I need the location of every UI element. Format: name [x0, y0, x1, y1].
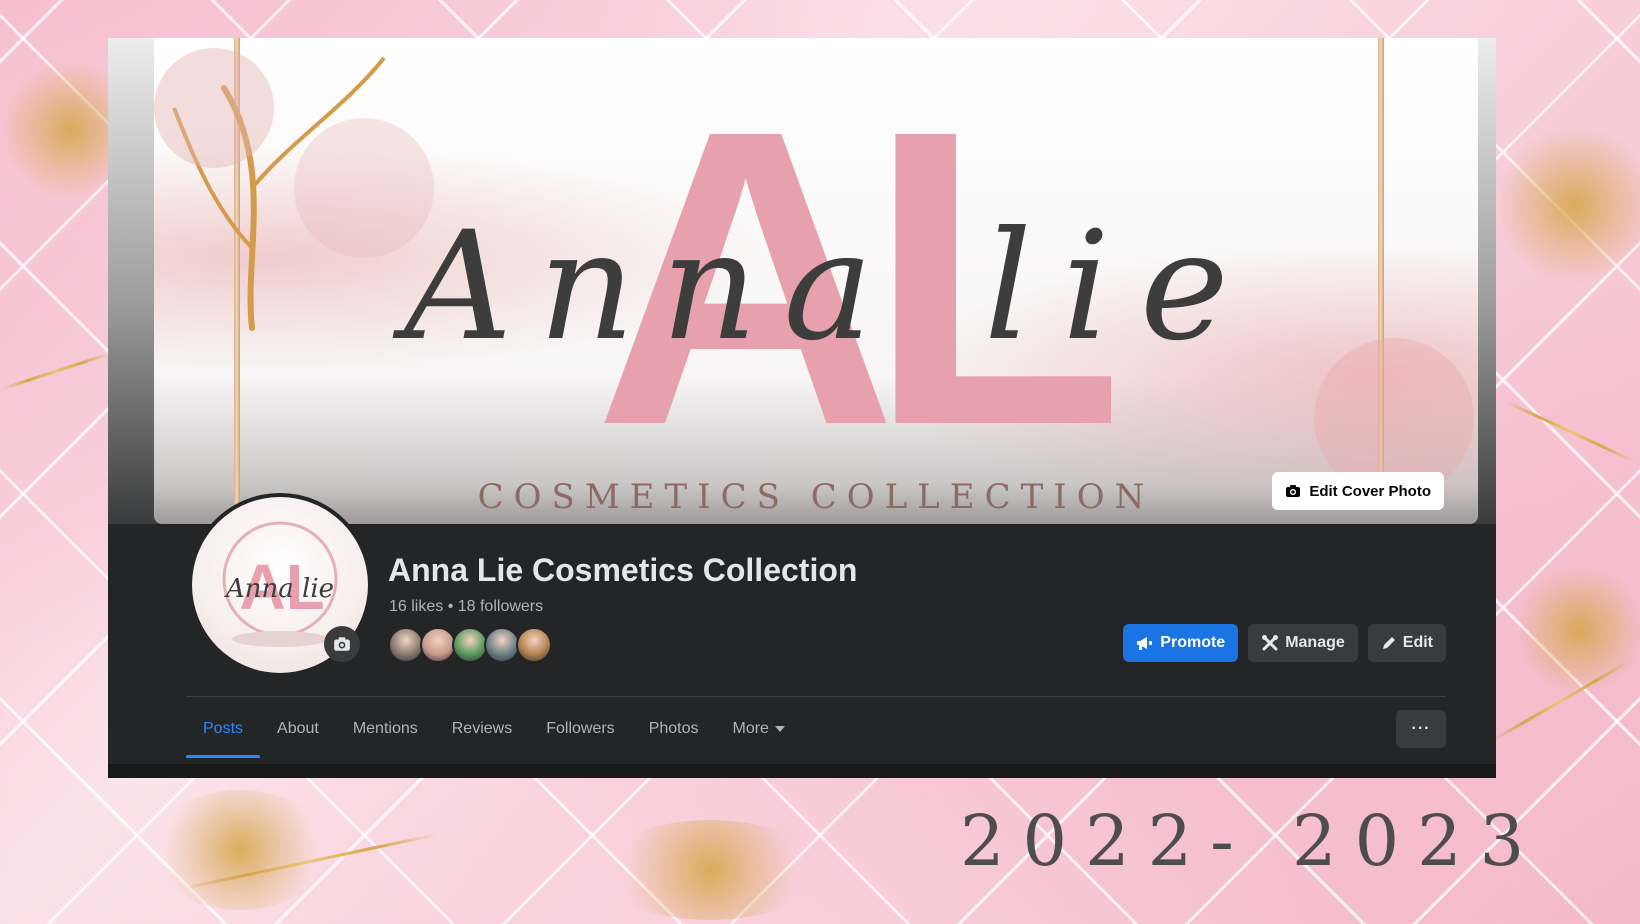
- follower-avatar[interactable]: [420, 627, 456, 663]
- update-profile-picture-button[interactable]: [324, 626, 360, 662]
- camera-icon: [334, 637, 350, 651]
- feed-edge: [108, 764, 1496, 778]
- avatar-script: Anna lie: [224, 574, 334, 604]
- tab-label: Followers: [546, 720, 615, 737]
- logo-script-left: Anna: [392, 200, 899, 374]
- facebook-page-screenshot: AL Anna lie COSMETICS COLLECTION Edit Co…: [108, 38, 1496, 778]
- edit-cover-photo-button[interactable]: Edit Cover Photo: [1272, 472, 1444, 510]
- tab-label: Mentions: [352, 720, 418, 737]
- logo-tagline: COSMETICS COLLECTION: [478, 477, 1155, 517]
- gold-fleck: [150, 790, 330, 910]
- tab-mentions[interactable]: Mentions: [336, 700, 435, 758]
- tab-more[interactable]: More: [716, 700, 802, 758]
- megaphone-icon: [1137, 637, 1153, 650]
- tab-reviews[interactable]: Reviews: [435, 700, 529, 758]
- cover-photo[interactable]: AL Anna lie COSMETICS COLLECTION Edit Co…: [154, 38, 1478, 524]
- edit-button[interactable]: Edit: [1367, 624, 1446, 662]
- more-options-icon: ···: [1411, 720, 1431, 737]
- promote-button[interactable]: Promote: [1123, 624, 1239, 662]
- follower-avatars[interactable]: [388, 627, 552, 663]
- follower-avatar[interactable]: [484, 627, 520, 663]
- gold-fleck: [600, 820, 820, 920]
- tab-label: Photos: [648, 720, 699, 737]
- tab-label: Posts: [203, 720, 244, 737]
- tab-photos[interactable]: Photos: [632, 700, 716, 758]
- tab-posts[interactable]: Posts: [186, 700, 261, 758]
- follower-avatar[interactable]: [516, 627, 552, 663]
- cover-logo: AL Anna lie COSMETICS COLLECTION: [154, 44, 1474, 517]
- tab-label: About: [277, 720, 319, 737]
- manage-button[interactable]: Manage: [1248, 624, 1358, 662]
- edit-label: Edit: [1402, 634, 1433, 651]
- tab-label: Reviews: [451, 720, 513, 737]
- tab-label: More: [732, 720, 769, 737]
- promote-label: Promote: [1160, 634, 1226, 651]
- logo-script-right: lie: [984, 200, 1259, 374]
- pencil-icon: [1382, 637, 1395, 649]
- tools-icon: [1262, 635, 1279, 651]
- more-options-button[interactable]: ···: [1396, 710, 1446, 748]
- likes-followers-count[interactable]: 16 likes • 18 followers: [389, 598, 543, 616]
- caret-down-icon: [774, 726, 785, 732]
- camera-icon: [1286, 485, 1301, 497]
- gold-fleck: [1500, 120, 1640, 290]
- page-tabs: Posts About Mentions Reviews Followers P…: [186, 700, 802, 758]
- header-divider: [186, 696, 1446, 697]
- gold-fleck: [1520, 560, 1640, 700]
- follower-avatar[interactable]: [452, 627, 488, 663]
- edit-cover-photo-label: Edit Cover Photo: [1309, 482, 1431, 500]
- tab-followers[interactable]: Followers: [529, 700, 631, 758]
- page-actions: Promote Manage Edit: [1123, 624, 1446, 662]
- follower-avatar[interactable]: [388, 627, 424, 663]
- manage-label: Manage: [1285, 634, 1345, 651]
- page-title: Anna Lie Cosmetics Collection: [388, 552, 858, 588]
- tab-about[interactable]: About: [260, 700, 336, 758]
- year-caption: 2022- 2023: [960, 800, 1543, 882]
